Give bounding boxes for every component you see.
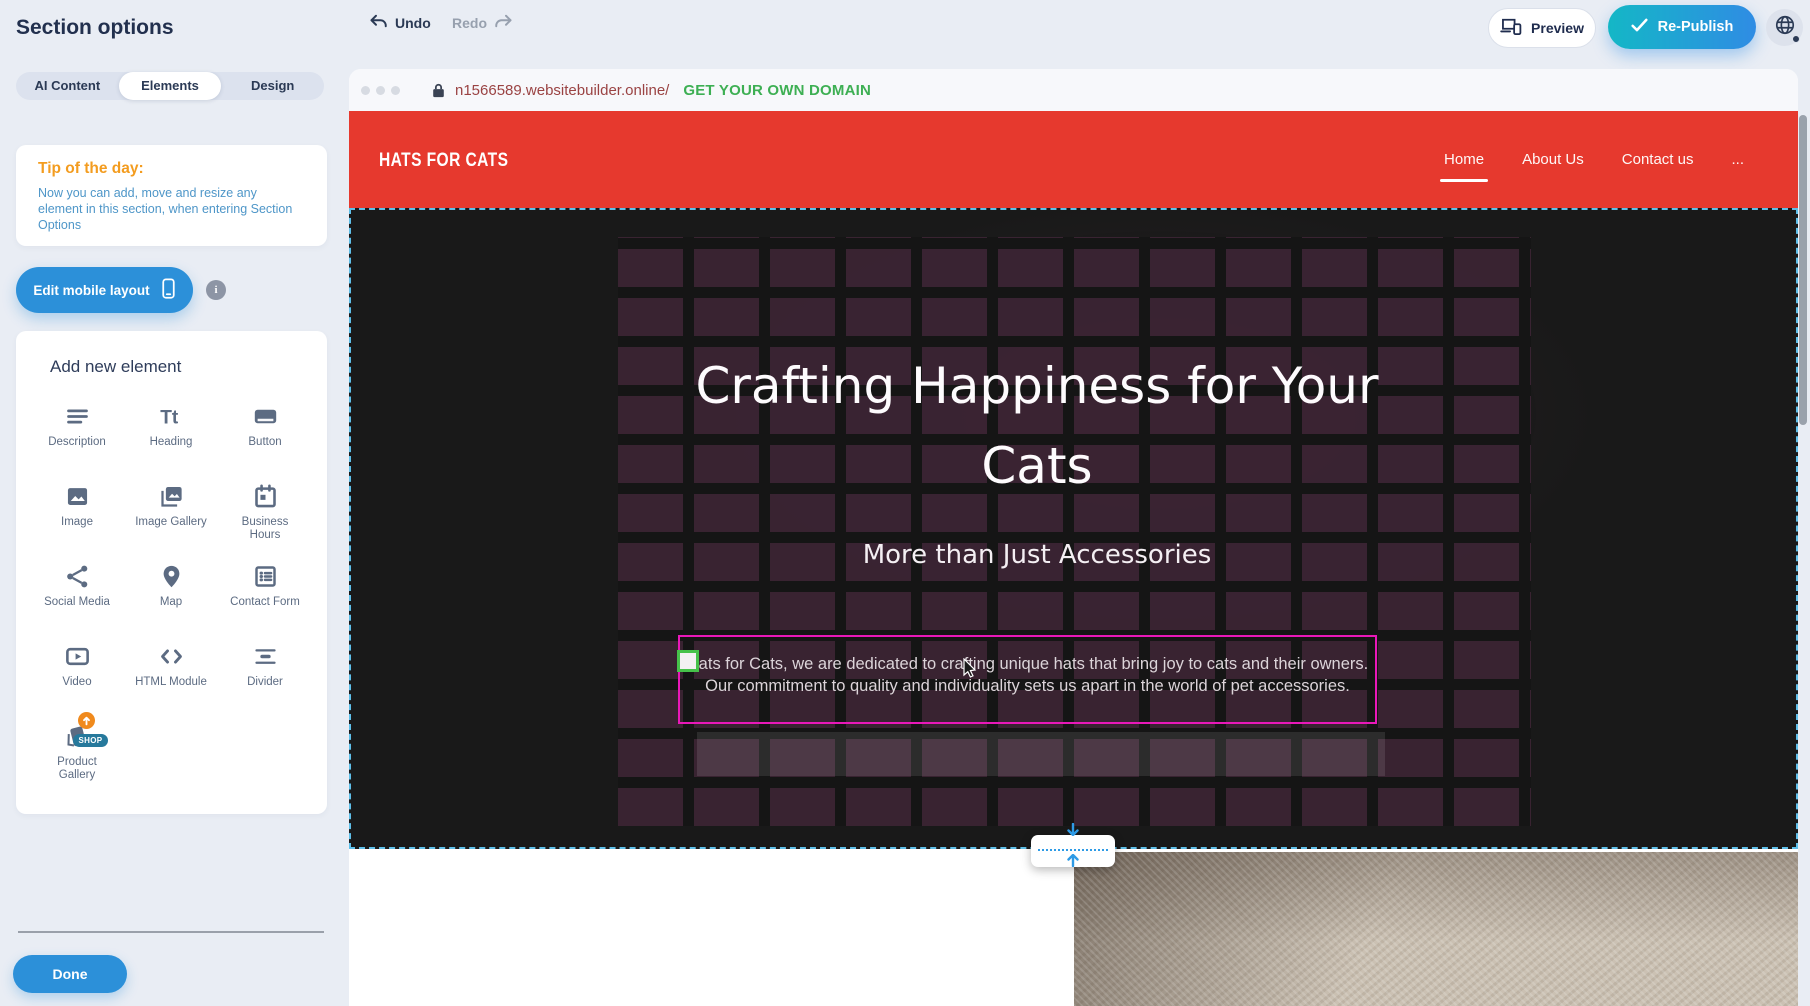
redo-icon xyxy=(494,14,512,31)
page-title: Section options xyxy=(16,16,174,40)
element-image-gallery[interactable]: Image Gallery xyxy=(124,481,218,561)
website-builder-app: Section options Undo Redo Preview Re-Pub… xyxy=(0,0,1810,1006)
lock-icon xyxy=(432,83,445,98)
get-domain-link[interactable]: GET YOUR OWN DOMAIN xyxy=(683,82,871,99)
tab-design[interactable]: Design xyxy=(221,72,324,100)
upgrade-badge-icon xyxy=(78,712,95,729)
preview-button[interactable]: Preview xyxy=(1488,8,1596,48)
site-preview-canvas: n1566589.websitebuilder.online/ GET YOUR… xyxy=(349,69,1798,1006)
svg-text:Tt: Tt xyxy=(160,407,179,428)
element-grid: Description Tt Heading Button Image Imag… xyxy=(30,401,312,801)
devices-icon xyxy=(1500,18,1522,38)
done-button[interactable]: Done xyxy=(13,955,127,993)
site-nav: Home About Us Contact us ... xyxy=(1444,151,1744,176)
element-html-module[interactable]: HTML Module xyxy=(124,641,218,721)
language-globe-button[interactable] xyxy=(1766,9,1803,46)
arrow-down-icon xyxy=(1063,823,1083,836)
nav-home[interactable]: Home xyxy=(1444,151,1484,176)
undo-icon xyxy=(370,14,388,31)
mobile-phone-icon xyxy=(161,278,176,302)
map-icon xyxy=(158,561,185,591)
site-header: HATS FOR CATS Home About Us Contact us .… xyxy=(349,111,1798,208)
hero-description: Hats for Cats, we are dedicated to craft… xyxy=(680,653,1375,697)
nav-more-ellipsis[interactable]: ... xyxy=(1731,151,1744,176)
shop-badge: SHOP xyxy=(73,734,109,747)
image-gallery-icon xyxy=(158,481,185,511)
window-dots xyxy=(361,86,400,95)
hero-section-selected[interactable]: Crafting Happiness for Your Cats More th… xyxy=(349,208,1798,849)
check-icon xyxy=(1631,18,1648,36)
element-video[interactable]: Video xyxy=(30,641,124,721)
section-resize-handle[interactable] xyxy=(1031,835,1115,867)
site-url: n1566589.websitebuilder.online/ xyxy=(455,82,669,99)
add-new-element-card: Add new element Description Tt Heading B… xyxy=(16,331,327,814)
element-button[interactable]: Button xyxy=(218,401,312,481)
arrow-up-icon xyxy=(1063,854,1083,867)
undo-button[interactable]: Undo xyxy=(370,14,431,31)
image-icon xyxy=(64,481,91,511)
edit-mobile-layout-button[interactable]: Edit mobile layout xyxy=(16,267,193,313)
element-product-gallery[interactable]: SHOP Product Gallery xyxy=(30,721,124,801)
site-logo[interactable]: HATS FOR CATS xyxy=(379,150,508,172)
redo-button[interactable]: Redo xyxy=(452,14,512,31)
contact-form-icon xyxy=(252,561,279,591)
product-gallery-icon: SHOP xyxy=(64,721,91,751)
panel-tabs: AI Content Elements Design xyxy=(16,72,324,100)
republish-button[interactable]: Re-Publish xyxy=(1608,5,1756,49)
element-heading[interactable]: Tt Heading xyxy=(124,401,218,481)
element-description[interactable]: Description xyxy=(30,401,124,481)
tip-of-the-day-card: Tip of the day: Now you can add, move an… xyxy=(16,145,327,246)
tab-elements[interactable]: Elements xyxy=(119,72,222,100)
heading-icon: Tt xyxy=(158,401,185,431)
element-map[interactable]: Map xyxy=(124,561,218,641)
hero-subheading[interactable]: More than Just Accessories xyxy=(675,540,1399,570)
info-icon[interactable]: i xyxy=(206,280,226,300)
nav-contact-us[interactable]: Contact us xyxy=(1622,151,1694,176)
tab-ai-content[interactable]: AI Content xyxy=(16,72,119,100)
description-icon xyxy=(64,401,91,431)
tip-body: Now you can add, move and resize any ele… xyxy=(38,185,300,233)
selected-description-element[interactable]: Hats for Cats, we are dedicated to craft… xyxy=(678,635,1377,724)
element-contact-form[interactable]: Contact Form xyxy=(218,561,312,641)
drop-zone-highlight xyxy=(697,732,1385,776)
element-business-hours[interactable]: Business Hours xyxy=(218,481,312,561)
globe-status-dot xyxy=(1792,35,1800,43)
tip-title: Tip of the day: xyxy=(38,160,144,178)
element-image[interactable]: Image xyxy=(30,481,124,561)
next-section[interactable] xyxy=(349,849,1798,1006)
panel-divider xyxy=(18,931,324,933)
element-divider[interactable]: Divider xyxy=(218,641,312,721)
button-icon xyxy=(252,401,279,431)
divider-icon xyxy=(252,641,279,671)
social-media-icon xyxy=(64,561,91,591)
canvas-scrollbar[interactable] xyxy=(1799,115,1807,425)
element-social-media[interactable]: Social Media xyxy=(30,561,124,641)
nav-about-us[interactable]: About Us xyxy=(1522,151,1584,176)
html-module-icon xyxy=(158,641,185,671)
mouse-cursor xyxy=(963,658,977,678)
gravel-texture-image xyxy=(1074,852,1798,1006)
browser-chrome-bar: n1566589.websitebuilder.online/ GET YOUR… xyxy=(349,69,1798,111)
element-drag-handle[interactable] xyxy=(677,650,699,672)
hero-heading[interactable]: Crafting Happiness for Your Cats xyxy=(675,346,1399,506)
video-icon xyxy=(64,641,91,671)
add-element-title: Add new element xyxy=(50,357,181,377)
resize-dotted-line xyxy=(1038,849,1108,851)
business-hours-icon xyxy=(252,481,279,511)
